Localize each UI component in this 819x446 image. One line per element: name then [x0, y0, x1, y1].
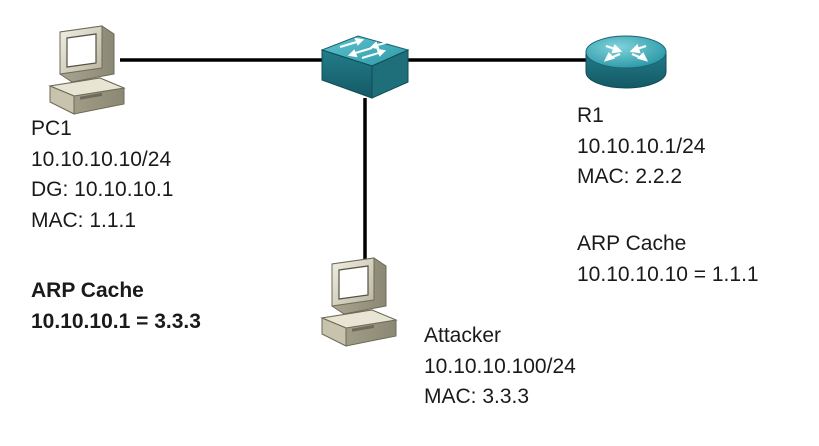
- r1-mac: MAC: 2.2.2: [577, 165, 683, 188]
- pc1-info: PC1 10.10.10.10/24 DG: 10.10.10.1 MAC: 1…: [31, 114, 173, 236]
- pc1-arp-cache-title: ARP Cache: [31, 279, 144, 302]
- r1-arp-cache-title: ARP Cache: [577, 232, 687, 255]
- pc1-workstation-icon: [49, 25, 125, 115]
- attacker-ip: 10.10.10.100/24: [424, 354, 576, 378]
- pc1-arp-cache: ARP Cache 10.10.10.1 = 3.3.3: [31, 276, 201, 337]
- attacker-info: Attacker 10.10.10.100/24 MAC: 3.3.3: [424, 321, 576, 413]
- attacker-mac: MAC: 3.3.3: [424, 385, 530, 408]
- pc1-name: PC1: [31, 117, 72, 140]
- pc1-ip: 10.10.10.10/24: [31, 147, 172, 171]
- router-icon: [585, 35, 667, 89]
- switch-icon: [320, 35, 410, 99]
- r1-ip: 10.10.10.1/24: [577, 134, 706, 158]
- pc1-gateway: DG: 10.10.10.1: [31, 178, 174, 201]
- attacker-workstation-icon: [321, 257, 397, 347]
- attacker-name: Attacker: [424, 324, 502, 347]
- pc1-arp-cache-entry: 10.10.10.1 = 3.3.3: [31, 309, 201, 333]
- r1-info: R1 10.10.10.1/24 MAC: 2.2.2: [577, 101, 705, 193]
- r1-name: R1: [577, 104, 604, 127]
- r1-arp-cache: ARP Cache 10.10.10.10 = 1.1.1: [577, 229, 759, 290]
- r1-arp-cache-entry: 10.10.10.10 = 1.1.1: [577, 262, 759, 286]
- pc1-mac: MAC: 1.1.1: [31, 208, 137, 232]
